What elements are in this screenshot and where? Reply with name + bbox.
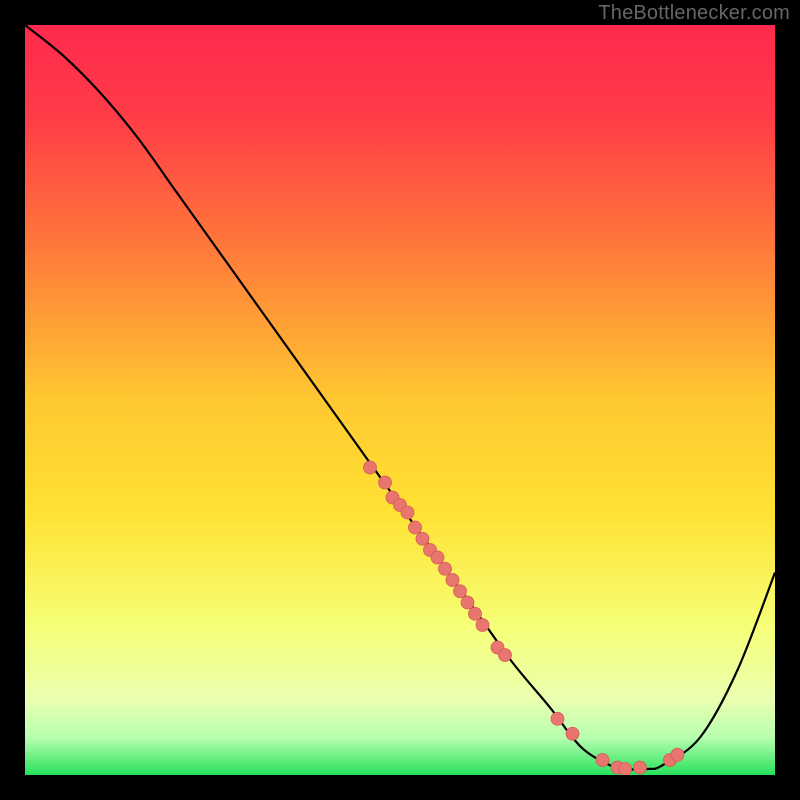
data-marker (619, 763, 632, 776)
data-marker (566, 727, 579, 740)
data-marker (634, 761, 647, 774)
data-marker (461, 596, 474, 609)
data-marker (364, 461, 377, 474)
data-marker (446, 574, 459, 587)
data-marker (454, 585, 467, 598)
data-marker (431, 551, 444, 564)
data-marker (409, 521, 422, 534)
data-marker (476, 619, 489, 632)
data-marker (401, 506, 414, 519)
chart-svg (25, 25, 775, 775)
chart-stage: TheBottlenecker.com (0, 0, 800, 800)
data-marker (416, 532, 429, 545)
data-marker (379, 476, 392, 489)
data-marker (596, 754, 609, 767)
data-marker (671, 748, 684, 761)
data-marker (551, 712, 564, 725)
plot-area (25, 25, 775, 775)
attribution-text: TheBottlenecker.com (598, 2, 790, 25)
data-marker (439, 562, 452, 575)
data-marker (469, 607, 482, 620)
data-marker (499, 649, 512, 662)
